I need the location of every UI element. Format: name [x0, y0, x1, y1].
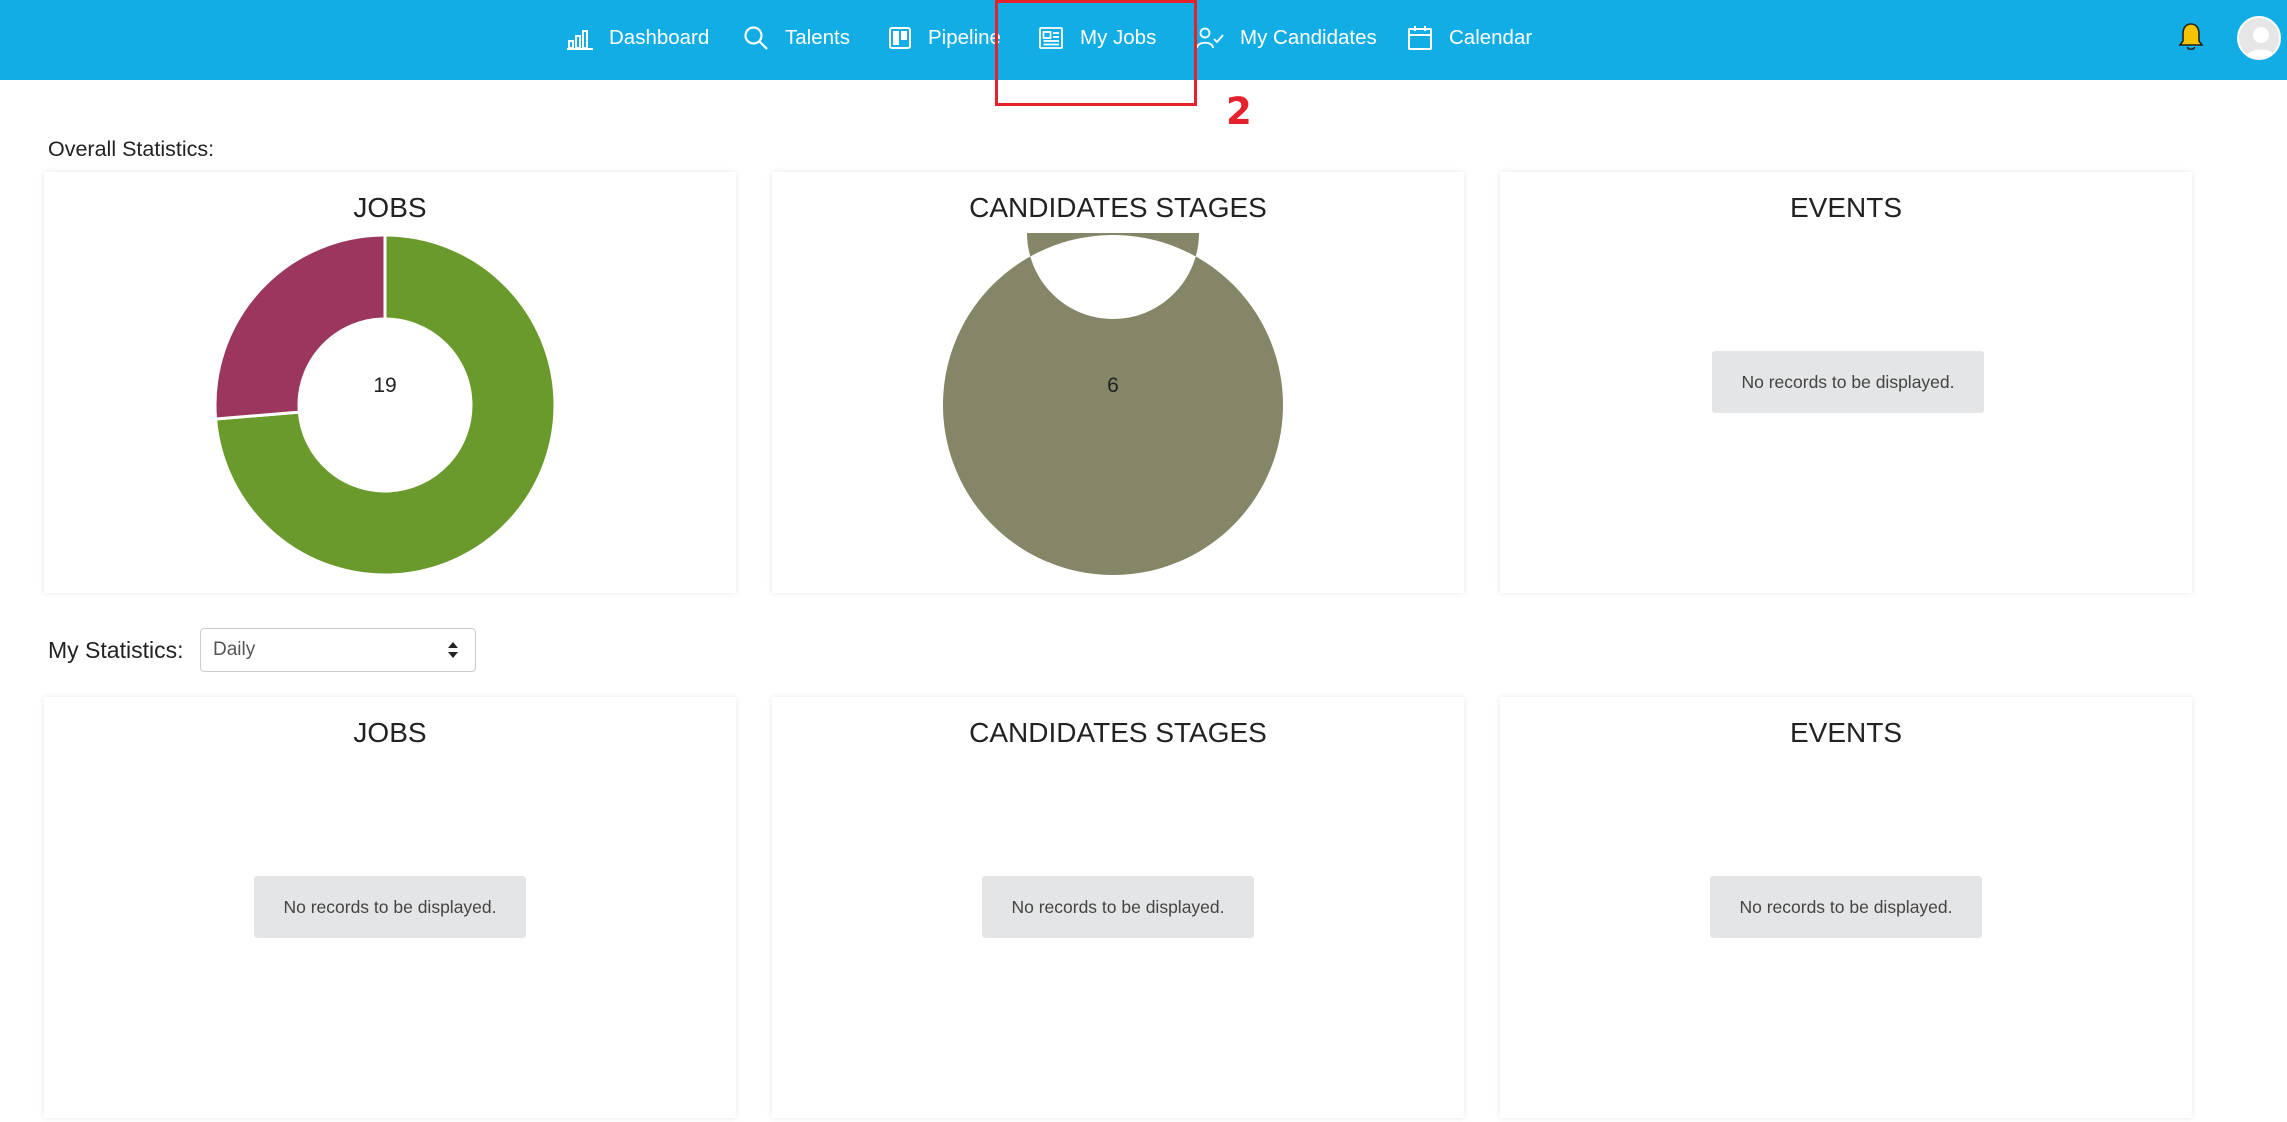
nav-calendar[interactable]: Calendar — [1407, 0, 1532, 76]
bar-chart-icon — [567, 26, 593, 50]
nav-talents[interactable]: Talents — [743, 0, 850, 76]
no-records-message: No records to be displayed. — [254, 876, 526, 938]
no-records-message: No records to be displayed. — [982, 876, 1254, 938]
nav-calendar-label: Calendar — [1449, 26, 1533, 49]
jobs-donut-chart — [213, 233, 557, 577]
card-title: EVENTS — [1789, 192, 1903, 223]
nav-pipeline[interactable]: Pipeline — [888, 0, 1000, 76]
card-title: JOBS — [353, 717, 427, 748]
nav-my-candidates-label: My Candidates — [1240, 26, 1377, 49]
card-title: EVENTS — [1789, 717, 1903, 748]
period-select[interactable]: Daily — [200, 628, 476, 672]
my-events-card: EVENTS No records to be displayed. — [1500, 697, 2192, 1118]
donut-slice[interactable] — [213, 233, 387, 421]
kanban-icon — [888, 26, 912, 50]
overall-statistics-label: Overall Statistics: — [48, 137, 215, 161]
select-arrows-icon — [447, 639, 459, 667]
overall-events-card: EVENTS No records to be displayed. — [1500, 172, 2192, 593]
search-icon — [743, 25, 769, 51]
no-records-message: No records to be displayed. — [1710, 876, 1982, 938]
annotation-highlight-box — [995, 0, 1197, 106]
nav-pipeline-label: Pipeline — [928, 26, 1000, 49]
bell-icon[interactable] — [2177, 22, 2205, 57]
nav-dashboard[interactable]: Dashboard — [567, 0, 709, 76]
nav-my-candidates[interactable]: My Candidates — [1196, 0, 1377, 76]
overall-jobs-card: JOBS 19 — [44, 172, 736, 593]
my-jobs-card: JOBS No records to be displayed. — [44, 697, 736, 1118]
annotation-step-number: 2 — [1226, 90, 1252, 133]
nav-talents-label: Talents — [785, 26, 850, 49]
overall-candidates-stages-card: CANDIDATES STAGES 6 — [772, 172, 1464, 593]
card-title: CANDIDATES STAGES — [969, 717, 1267, 748]
calendar-icon — [1407, 25, 1433, 51]
card-title: CANDIDATES STAGES — [969, 192, 1267, 223]
user-avatar-icon[interactable] — [2237, 16, 2281, 60]
candidates-stages-donut-chart — [943, 233, 1283, 575]
card-title: JOBS — [353, 192, 427, 223]
user-check-icon — [1196, 26, 1224, 50]
nav-dashboard-label: Dashboard — [609, 26, 710, 49]
my-candidates-stages-card: CANDIDATES STAGES No records to be displ… — [772, 697, 1464, 1118]
no-records-message: No records to be displayed. — [1712, 351, 1984, 413]
period-select-value: Daily — [213, 639, 256, 660]
my-statistics-label: My Statistics: — [48, 637, 184, 663]
